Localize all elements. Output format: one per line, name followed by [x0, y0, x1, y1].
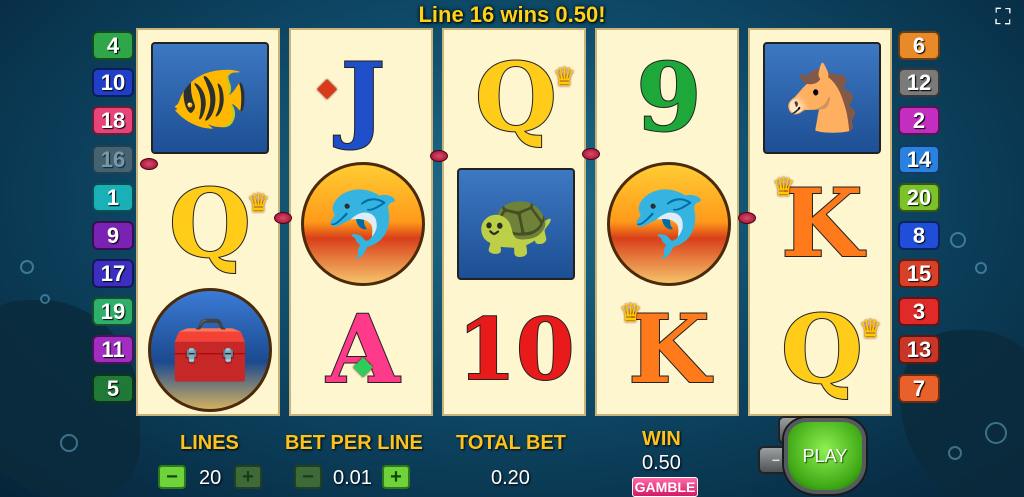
bubble [40, 294, 50, 304]
symbol-seahorse: 🐴 [756, 36, 888, 160]
line-badge: 19 [92, 297, 134, 326]
crown-icon: ♛ [772, 172, 796, 202]
play-button[interactable]: PLAY [784, 418, 866, 494]
symbol-letter: J [340, 43, 387, 153]
payline-marker [738, 212, 756, 224]
payline-marker [140, 158, 158, 170]
symbol-k: ♛ K [756, 162, 888, 286]
payline-marker [274, 212, 292, 224]
payline-marker [430, 150, 448, 162]
symbol-9: 9 [603, 36, 735, 160]
reel-1: 🐠 Q ♛ 🧰 [136, 28, 280, 416]
line-badge: 13 [898, 335, 940, 364]
line-badge: 14 [898, 145, 940, 174]
symbol-letter: 9 [635, 43, 702, 153]
symbol-q: Q ♛ [450, 36, 582, 160]
symbol-j: ◆ J [297, 36, 429, 160]
symbol-k: ♛ K [603, 288, 735, 412]
line-badge: 11 [92, 335, 134, 364]
seahorse-icon: 🐴 [763, 42, 881, 154]
payline-marker [582, 148, 600, 160]
symbol-dolphin: 🐬 [603, 162, 735, 286]
bet-per-line-value: 0.01 [333, 467, 372, 489]
symbol-10: 10 [450, 288, 582, 412]
bubble [948, 446, 962, 460]
total-bet-value: 0.20 [491, 467, 530, 489]
line-badge: 6 [898, 31, 940, 60]
shield-icon: ◆ [317, 72, 337, 102]
symbol-letter: 10 [457, 300, 576, 399]
crown-icon: ♛ [246, 188, 270, 218]
symbol-dolphin: 🐬 [297, 162, 429, 286]
fullscreen-icon[interactable]: ⛶ [990, 4, 1016, 30]
line-badge: 20 [898, 183, 940, 212]
turtle-icon: 🐢 [457, 168, 575, 280]
symbol-letter: Q [474, 43, 558, 153]
reel-2: ◆ J 🐬 A ◆ [289, 28, 433, 416]
reel-5: 🐴 ♛ K Q ♛ [748, 28, 892, 416]
line-badge: 18 [92, 106, 134, 135]
bubble [60, 434, 78, 452]
dolphin-icon: 🐬 [301, 162, 425, 286]
win-value: 0.50 [642, 452, 681, 474]
angelfish-icon: 🐠 [151, 42, 269, 154]
line-badge: 7 [898, 374, 940, 403]
lines-decrease-button[interactable]: − [158, 465, 186, 489]
crown-icon: ♛ [552, 62, 576, 92]
play-control: + − PLAY [758, 412, 870, 497]
reels: 🐠 Q ♛ 🧰 ◆ J 🐬 A ◆ Q ♛ 🐢 10 9 🐬 ♛ K 🐴 ♛ K… [136, 28, 893, 416]
lines-label: LINES [180, 432, 239, 454]
symbol-angelfish: 🐠 [144, 36, 276, 160]
lines-increase-button[interactable]: + [234, 465, 262, 489]
line-badge: 2 [898, 106, 940, 135]
line-badge: 17 [92, 259, 134, 288]
line-badge: 9 [92, 221, 134, 250]
bubble [20, 260, 34, 274]
dolphin-icon: 🐬 [607, 162, 731, 286]
line-badge: 1 [92, 183, 134, 212]
bubble [985, 422, 1007, 444]
gem-icon: ◆ [353, 350, 373, 380]
win-banner: Line 16 wins 0.50! [418, 2, 606, 27]
symbol-q: Q ♛ [144, 162, 276, 286]
line-badge: 3 [898, 297, 940, 326]
symbol-turtle: 🐢 [450, 162, 582, 286]
symbol-a: A ◆ [297, 288, 429, 412]
line-badge: 5 [92, 374, 134, 403]
total-bet-label: TOTAL BET [456, 432, 566, 454]
line-badge: 16 [92, 145, 134, 174]
bubble [950, 232, 966, 248]
reel-4: 9 🐬 ♛ K [595, 28, 739, 416]
crown-icon: ♛ [858, 314, 882, 344]
symbol-q: Q ♛ [756, 288, 888, 412]
bet-per-line-label: BET PER LINE [285, 432, 423, 454]
line-badge: 10 [92, 68, 134, 97]
line-badge: 12 [898, 68, 940, 97]
symbol-treasure-chest: 🧰 [144, 288, 276, 412]
treasure-chest-icon: 🧰 [148, 288, 272, 412]
gamble-button[interactable]: GAMBLE [632, 477, 698, 497]
crown-icon: ♛ [619, 298, 643, 328]
line-badge: 8 [898, 221, 940, 250]
symbol-letter: Q [780, 295, 864, 405]
symbol-letter: Q [168, 169, 252, 279]
win-label: WIN [642, 428, 681, 450]
bet-increase-button[interactable]: + [382, 465, 410, 489]
lines-value: 20 [199, 467, 222, 489]
bet-decrease-button[interactable]: − [294, 465, 322, 489]
line-badge: 4 [92, 31, 134, 60]
line-badge: 15 [898, 259, 940, 288]
bubble [975, 262, 987, 274]
reel-3: Q ♛ 🐢 10 [442, 28, 586, 416]
